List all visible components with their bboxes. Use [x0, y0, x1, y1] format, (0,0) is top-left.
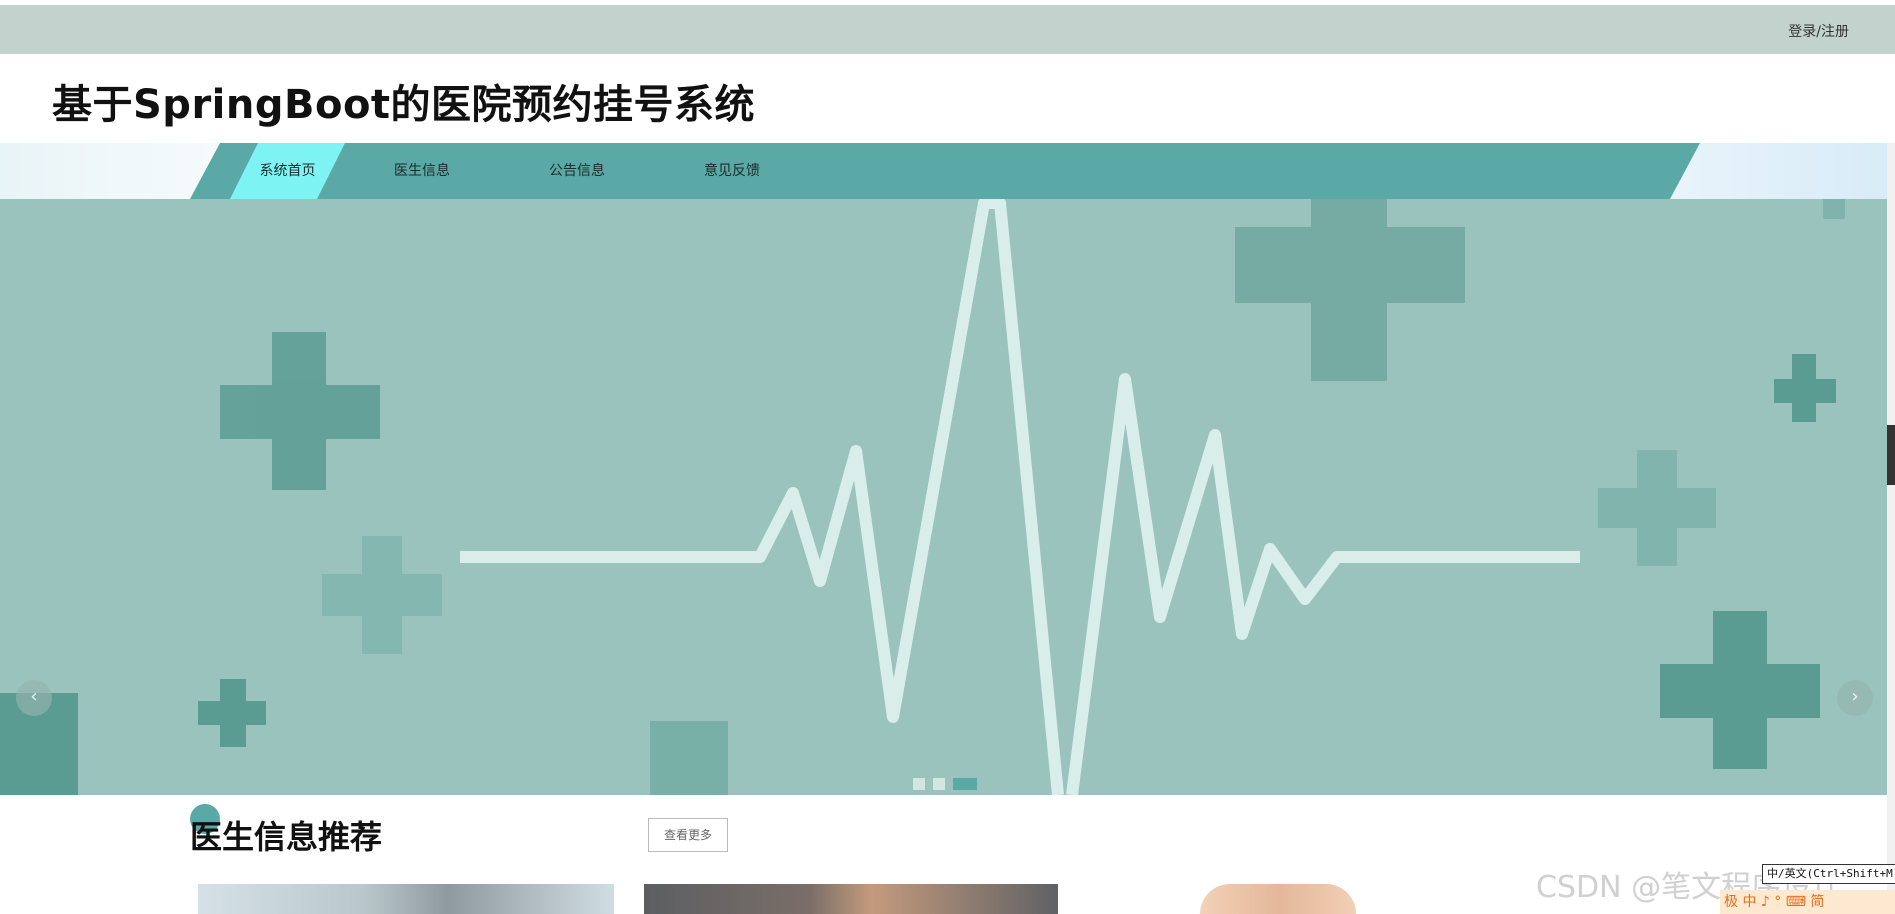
doctor-card-photo[interactable]	[198, 884, 614, 914]
heartbeat-line	[460, 199, 1064, 795]
doctor-card-photo[interactable]	[1200, 884, 1356, 914]
nav-item-feedback[interactable]: 意见反馈	[680, 143, 784, 199]
carousel-dot[interactable]	[913, 778, 925, 790]
nav-item-doctors[interactable]: 医生信息	[370, 143, 474, 199]
carousel-dot[interactable]	[933, 778, 945, 790]
hero-carousel[interactable]: ‹ ›	[0, 199, 1895, 795]
page-scrollbar[interactable]	[1887, 143, 1895, 914]
main-nav: 系统首页 医生信息 公告信息 意见反馈	[0, 143, 1895, 199]
carousel-next-button[interactable]: ›	[1837, 680, 1873, 716]
carousel-dot-active[interactable]	[953, 778, 977, 790]
site-title: 基于SpringBoot的医院预约挂号系统	[52, 82, 756, 128]
top-bar: 登录/注册	[0, 5, 1895, 54]
login-register-link[interactable]: 登录/注册	[1788, 21, 1849, 41]
banner-artwork	[0, 199, 1845, 795]
scrollbar-thumb[interactable]	[1887, 425, 1895, 485]
doctor-card-photo[interactable]	[644, 884, 1058, 914]
ime-tooltip: 中/英文(Ctrl+Shift+M)	[1762, 864, 1895, 884]
view-more-button[interactable]: 查看更多	[648, 818, 728, 852]
carousel-prev-button[interactable]: ‹	[16, 680, 52, 716]
nav-item-announcements[interactable]: 公告信息	[525, 143, 629, 199]
ime-toolbar[interactable]: 极 中 ♪ ° ⌨ 简	[1720, 890, 1895, 914]
section-title: 医生信息推荐	[190, 818, 383, 856]
